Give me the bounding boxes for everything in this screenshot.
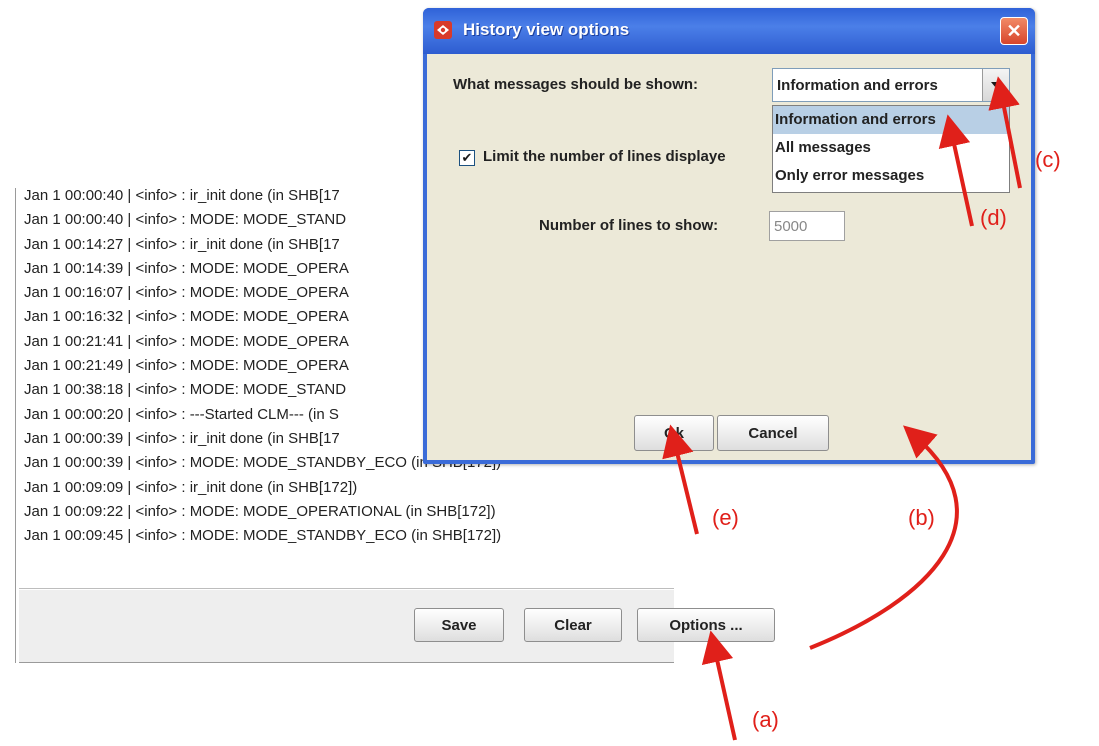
dropdown-option[interactable]: All messages [773,134,1009,162]
clear-button[interactable]: Clear [524,608,622,642]
options-button[interactable]: Options ... [637,608,775,642]
dialog-title: History view options [463,20,630,39]
messages-combo-value: Information and errors [777,77,938,94]
log-line: Jan 1 00:09:09 | <info> : ir_init done (… [24,478,358,496]
cancel-button[interactable]: Cancel [717,415,829,451]
annotation-arrow-a [701,630,737,741]
combo-arrow-button[interactable] [982,69,1009,101]
messages-combo[interactable]: Information and errors [772,68,1010,102]
annotation-label-d: (d) [980,205,1007,230]
dropdown-option[interactable]: Only error messages [773,162,1009,190]
annotation-arrow-b [809,425,959,650]
annotation-label-c: (c) [1035,147,1061,172]
limit-lines-label: Limit the number of lines displaye [483,148,726,165]
dialog-body: What messages should be shown: Informati… [427,54,1031,460]
close-icon: ✕ [1006,20,1022,41]
annotation-label-a: (a) [752,707,779,732]
num-lines-input[interactable]: 5000 [769,211,845,241]
log-line: Jan 1 00:09:22 | <info> : MODE: MODE_OPE… [24,502,496,520]
messages-label: What messages should be shown: [453,76,699,93]
annotation-label-b: (b) [908,505,935,530]
app-icon [434,21,452,39]
annotation-label-e: (e) [712,505,739,530]
save-button[interactable]: Save [414,608,504,642]
close-button[interactable]: ✕ [1000,17,1028,45]
num-lines-label: Number of lines to show: [539,217,719,234]
ok-button[interactable]: Ok [634,415,714,451]
chevron-down-icon [991,82,1001,88]
log-button-bar: Save Clear Options ... [19,590,775,663]
dropdown-option[interactable]: Information and errors [773,106,1009,134]
dialog-titlebar[interactable]: History view options ✕ [423,8,1035,54]
messages-dropdown: Information and errors All messages Only… [772,105,1010,193]
history-view-options-dialog: History view options ✕ What messages sho… [423,8,1035,464]
limit-lines-checkbox[interactable]: ✔ [459,150,475,166]
log-line: Jan 1 00:09:45 | <info> : MODE: MODE_STA… [24,527,502,545]
